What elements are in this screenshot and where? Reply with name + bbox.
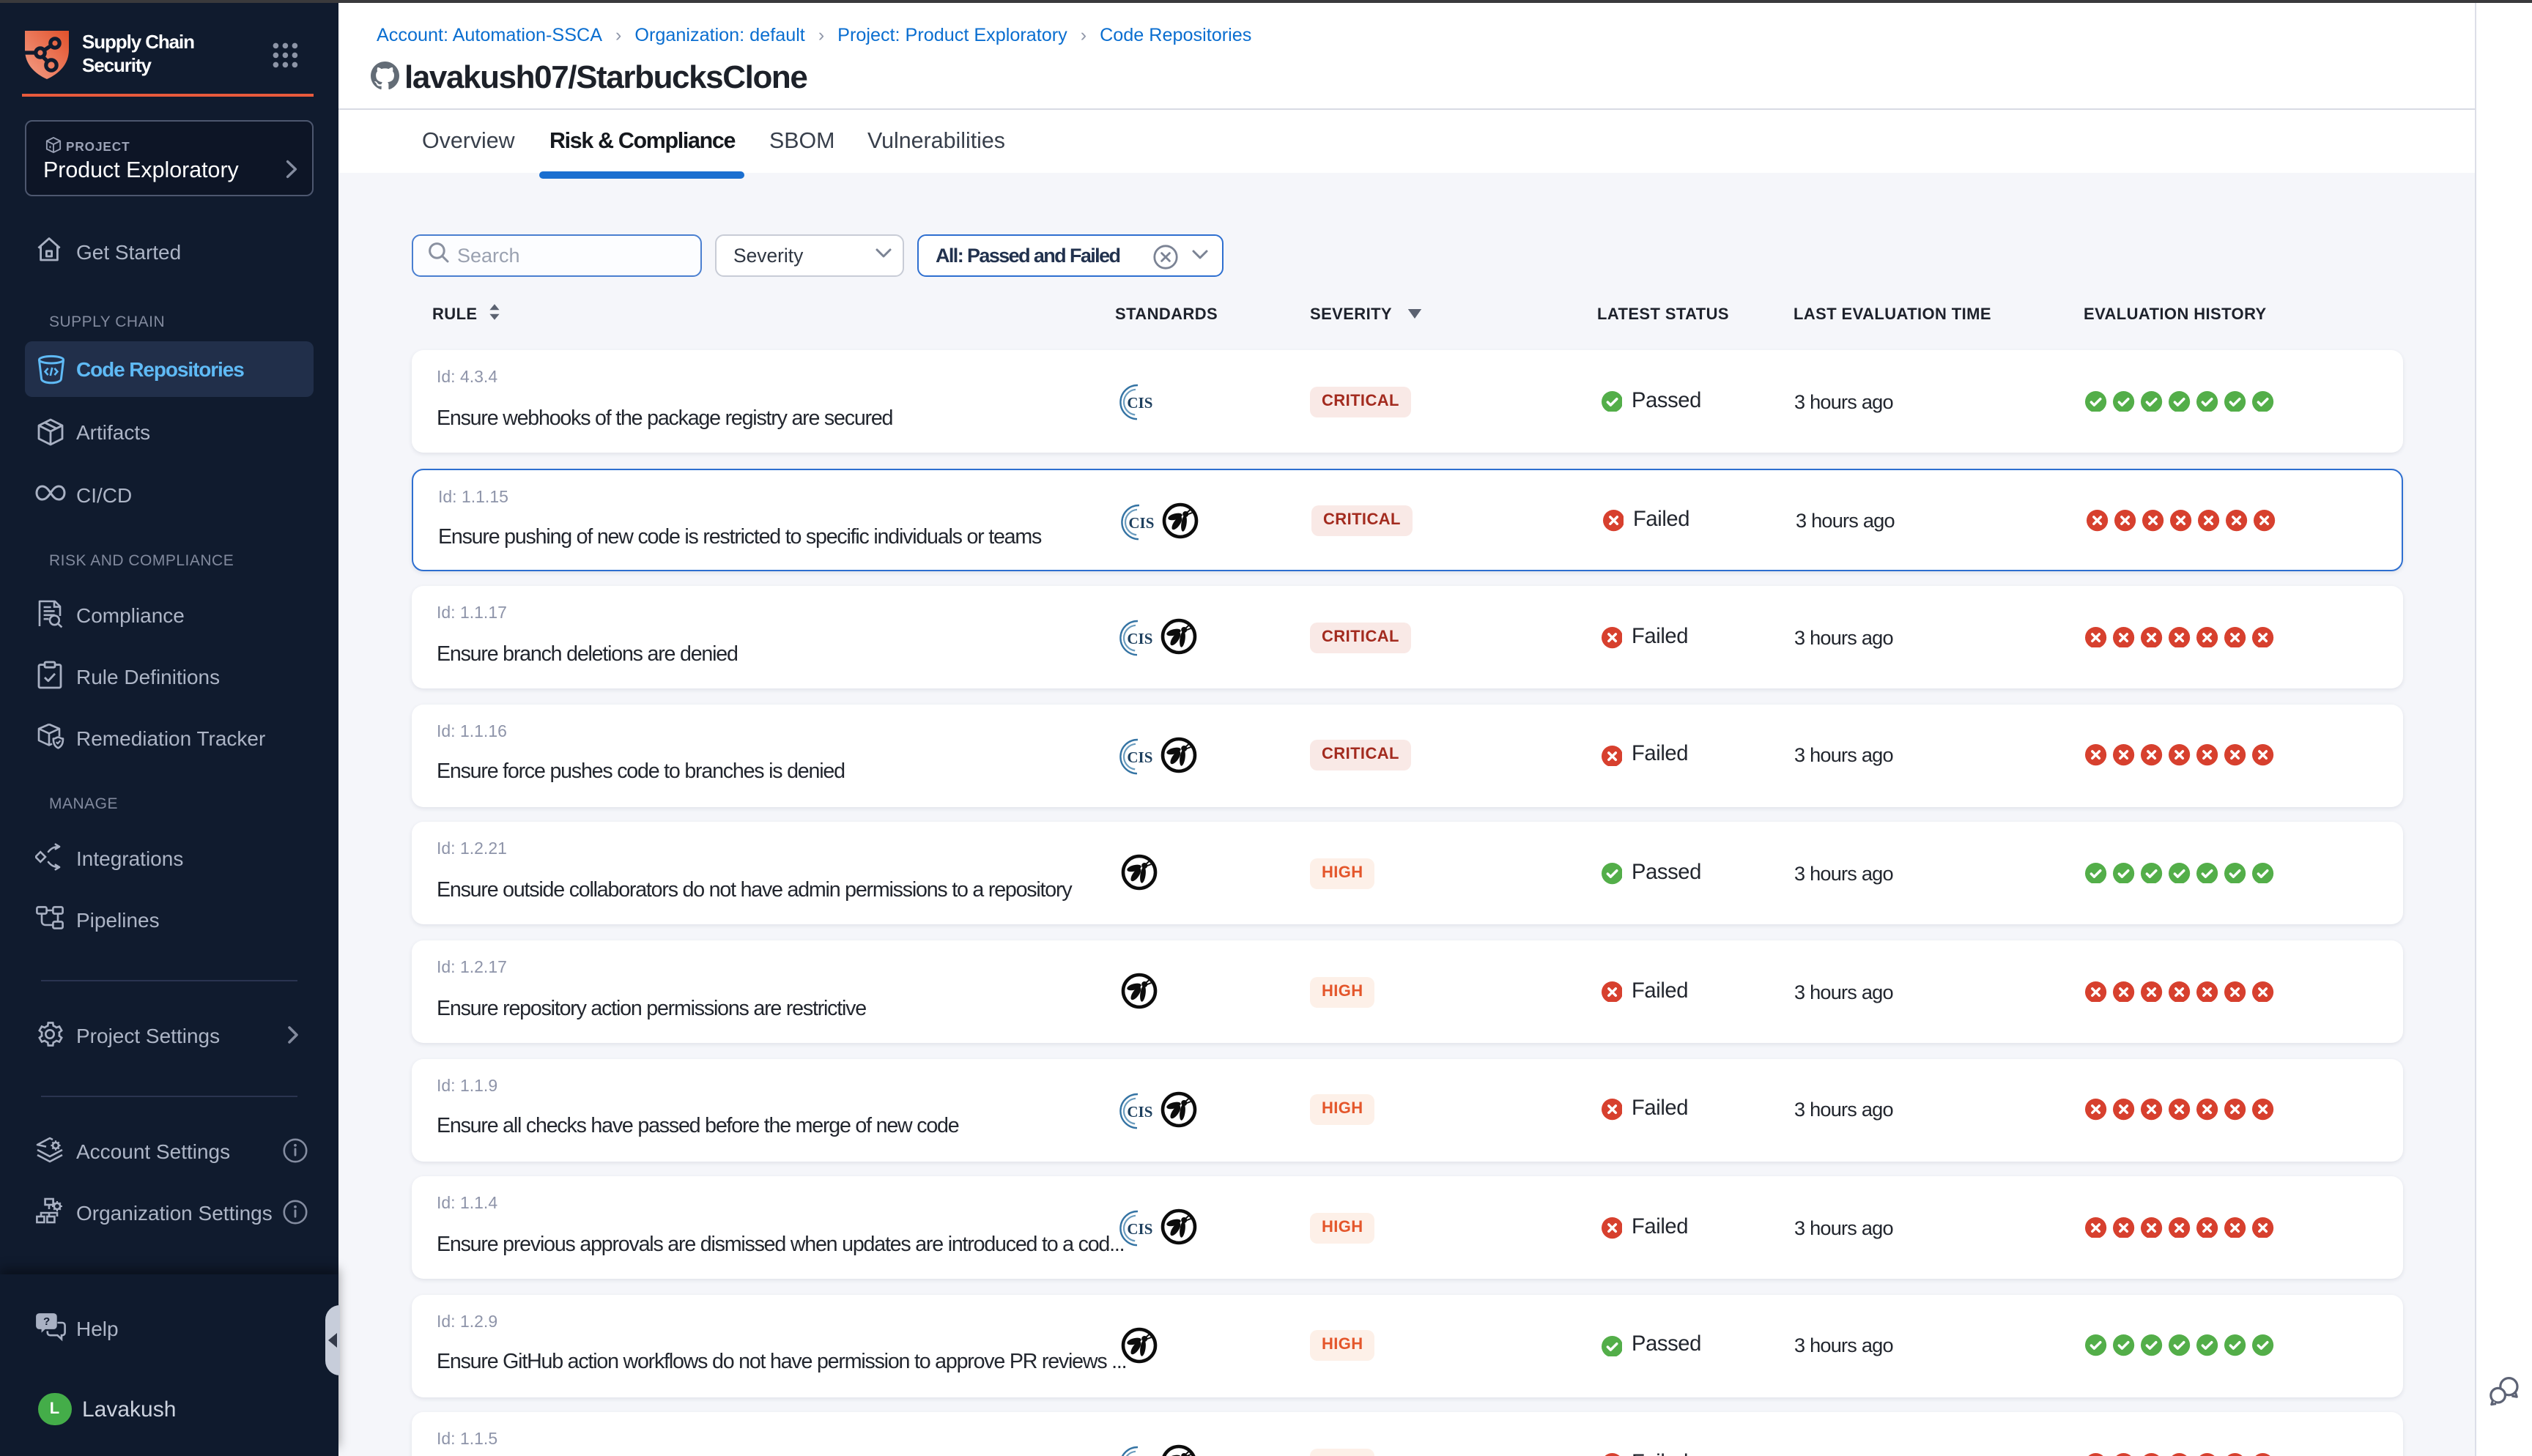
svg-text:CIS: CIS [1127, 1220, 1152, 1238]
svg-text:CIS: CIS [1127, 749, 1152, 766]
svg-text:CIS: CIS [1128, 513, 1154, 531]
svg-text:?: ? [43, 1315, 50, 1328]
svg-text:CIS: CIS [1127, 1102, 1152, 1120]
svg-text:CIS: CIS [1127, 394, 1152, 412]
svg-text:CIS: CIS [1127, 630, 1152, 647]
